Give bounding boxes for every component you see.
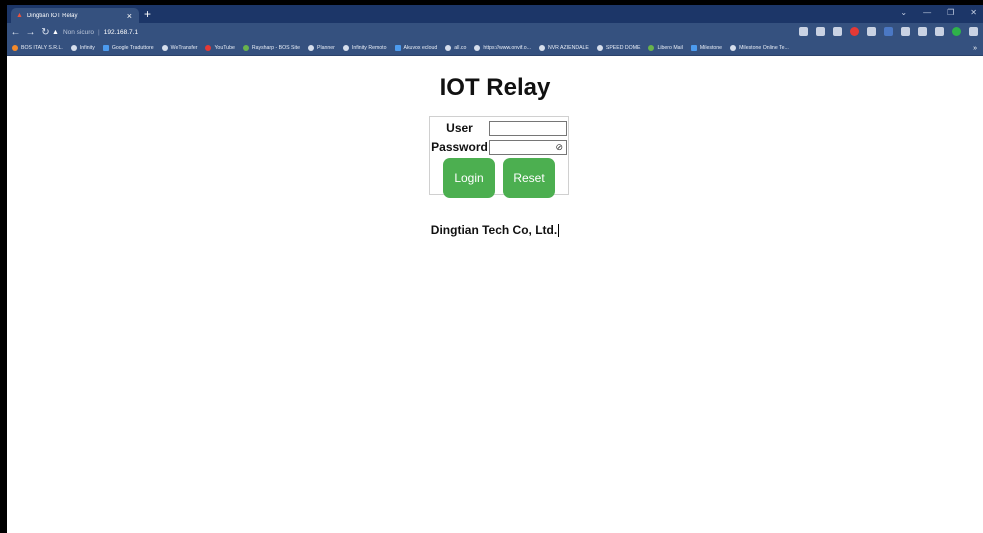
- bookmark-favicon-icon: [474, 45, 481, 51]
- bookmarks-bar: BOS ITALY S.R.L. Infinity Google Tradutt…: [7, 41, 983, 56]
- bookmark-item[interactable]: Milestone: [690, 45, 722, 51]
- insecure-warning-icon: ▲: [52, 28, 59, 36]
- globe-icon: [730, 45, 737, 51]
- bookmark-favicon-icon: [690, 45, 697, 51]
- user-input[interactable]: [489, 120, 567, 136]
- translate-favicon-icon: [102, 45, 109, 51]
- browser-window: ▲ Dingtian IOT Relay × + ⌄ — ❐ ✕ ← → ↻ ▲…: [7, 5, 983, 533]
- close-window-icon[interactable]: ✕: [970, 8, 977, 17]
- bookmark-item[interactable]: https://www.onvif.o...: [474, 45, 531, 51]
- bookmark-item[interactable]: Akuvox ecloud: [394, 45, 437, 51]
- browser-toolbar: ← → ↻ ▲ Non sicuro | 192.168.7.1: [7, 23, 983, 41]
- show-password-icon[interactable]: ⊘: [555, 142, 563, 153]
- window-controls: ⌄ — ❐ ✕: [900, 8, 977, 17]
- minimize-icon[interactable]: —: [923, 8, 931, 17]
- globe-icon: [596, 45, 603, 51]
- forward-icon[interactable]: →: [24, 27, 37, 38]
- back-icon[interactable]: ←: [9, 27, 22, 38]
- reading-list-icon[interactable]: [918, 27, 927, 36]
- address-separator: |: [98, 28, 100, 36]
- bookmark-favicon-icon: [242, 45, 249, 51]
- bookmark-favicon-icon: [12, 45, 18, 51]
- tab-search-icon[interactable]: ⌄: [900, 8, 907, 17]
- bookmark-item[interactable]: Google Traduttore: [102, 45, 154, 51]
- tab-strip: ▲ Dingtian IOT Relay × + ⌄ — ❐ ✕: [7, 5, 983, 23]
- reload-icon[interactable]: ↻: [39, 27, 52, 38]
- star-icon[interactable]: [833, 27, 842, 36]
- bookmark-item[interactable]: Planner: [308, 45, 335, 51]
- puzzle-icon[interactable]: [901, 27, 910, 36]
- extension-red-icon[interactable]: [850, 27, 859, 36]
- warning-icon: ▲: [16, 12, 23, 19]
- user-row: User: [430, 119, 568, 137]
- bookmark-item[interactable]: Infinity Remoto: [342, 45, 387, 51]
- extension-blue-icon[interactable]: [884, 27, 893, 36]
- bookmark-favicon-icon: [70, 45, 77, 51]
- extension-icon[interactable]: [867, 27, 876, 36]
- password-row: Password ⊘: [430, 138, 568, 156]
- address-bar[interactable]: ▲ Non sicuro | 192.168.7.1: [52, 25, 842, 39]
- page-title: IOT Relay: [439, 74, 551, 101]
- button-row: Login Reset: [430, 158, 568, 198]
- globe-icon: [538, 45, 545, 51]
- restore-icon[interactable]: ❐: [947, 8, 954, 17]
- page-content: IOT Relay User Password ⊘ Login Reset Di…: [7, 56, 983, 533]
- company-footer: Dingtian Tech Co, Ltd.: [7, 223, 983, 238]
- company-name: Dingtian Tech Co, Ltd.: [430, 223, 558, 237]
- text-cursor: [558, 224, 560, 238]
- new-tab-button[interactable]: +: [144, 7, 151, 21]
- bookmark-item[interactable]: YouTube: [205, 45, 235, 51]
- profile-avatar-icon[interactable]: [952, 27, 961, 36]
- bookmark-item[interactable]: Infinity: [70, 45, 95, 51]
- bookmark-favicon-icon: [161, 45, 168, 51]
- login-form: User Password ⊘ Login Reset: [429, 116, 569, 198]
- security-label: Non sicuro: [62, 28, 95, 36]
- url-text: 192.168.7.1: [103, 28, 139, 36]
- user-label: User: [446, 121, 473, 135]
- bookmark-item[interactable]: SPEED DOME: [596, 45, 640, 51]
- bookmark-item[interactable]: Raysharp - BOS Site: [242, 45, 300, 51]
- bookmarks-overflow-icon[interactable]: »: [973, 45, 977, 52]
- reset-button[interactable]: Reset: [503, 158, 555, 198]
- bookmark-item[interactable]: Milestone Online Te...: [730, 45, 789, 51]
- login-button[interactable]: Login: [443, 158, 495, 198]
- password-label: Password: [431, 140, 488, 154]
- extension-icons: [799, 27, 978, 36]
- globe-icon: [308, 45, 314, 51]
- bookmark-item[interactable]: all.co: [445, 45, 466, 51]
- bookmark-favicon-icon: [648, 45, 655, 51]
- bookmark-favicon-icon: [394, 45, 401, 51]
- bookmark-item[interactable]: Libero Mail: [648, 45, 683, 51]
- globe-icon: [342, 45, 349, 51]
- bookmark-item[interactable]: BOS ITALY S.R.L.: [12, 45, 63, 51]
- browser-tab[interactable]: ▲ Dingtian IOT Relay ×: [11, 8, 139, 23]
- share-icon[interactable]: [816, 27, 825, 36]
- bookmark-item[interactable]: NVR AZIENDALE: [538, 45, 589, 51]
- translate-icon[interactable]: [799, 27, 808, 36]
- youtube-icon: [205, 45, 212, 51]
- password-input[interactable]: ⊘: [489, 139, 567, 155]
- menu-icon[interactable]: [969, 27, 978, 36]
- bookmark-item[interactable]: WeTransfer: [161, 45, 197, 51]
- tab-close-icon[interactable]: ×: [127, 11, 132, 21]
- side-panel-icon[interactable]: [935, 27, 944, 36]
- globe-icon: [445, 45, 452, 51]
- tab-title: Dingtian IOT Relay: [26, 12, 78, 19]
